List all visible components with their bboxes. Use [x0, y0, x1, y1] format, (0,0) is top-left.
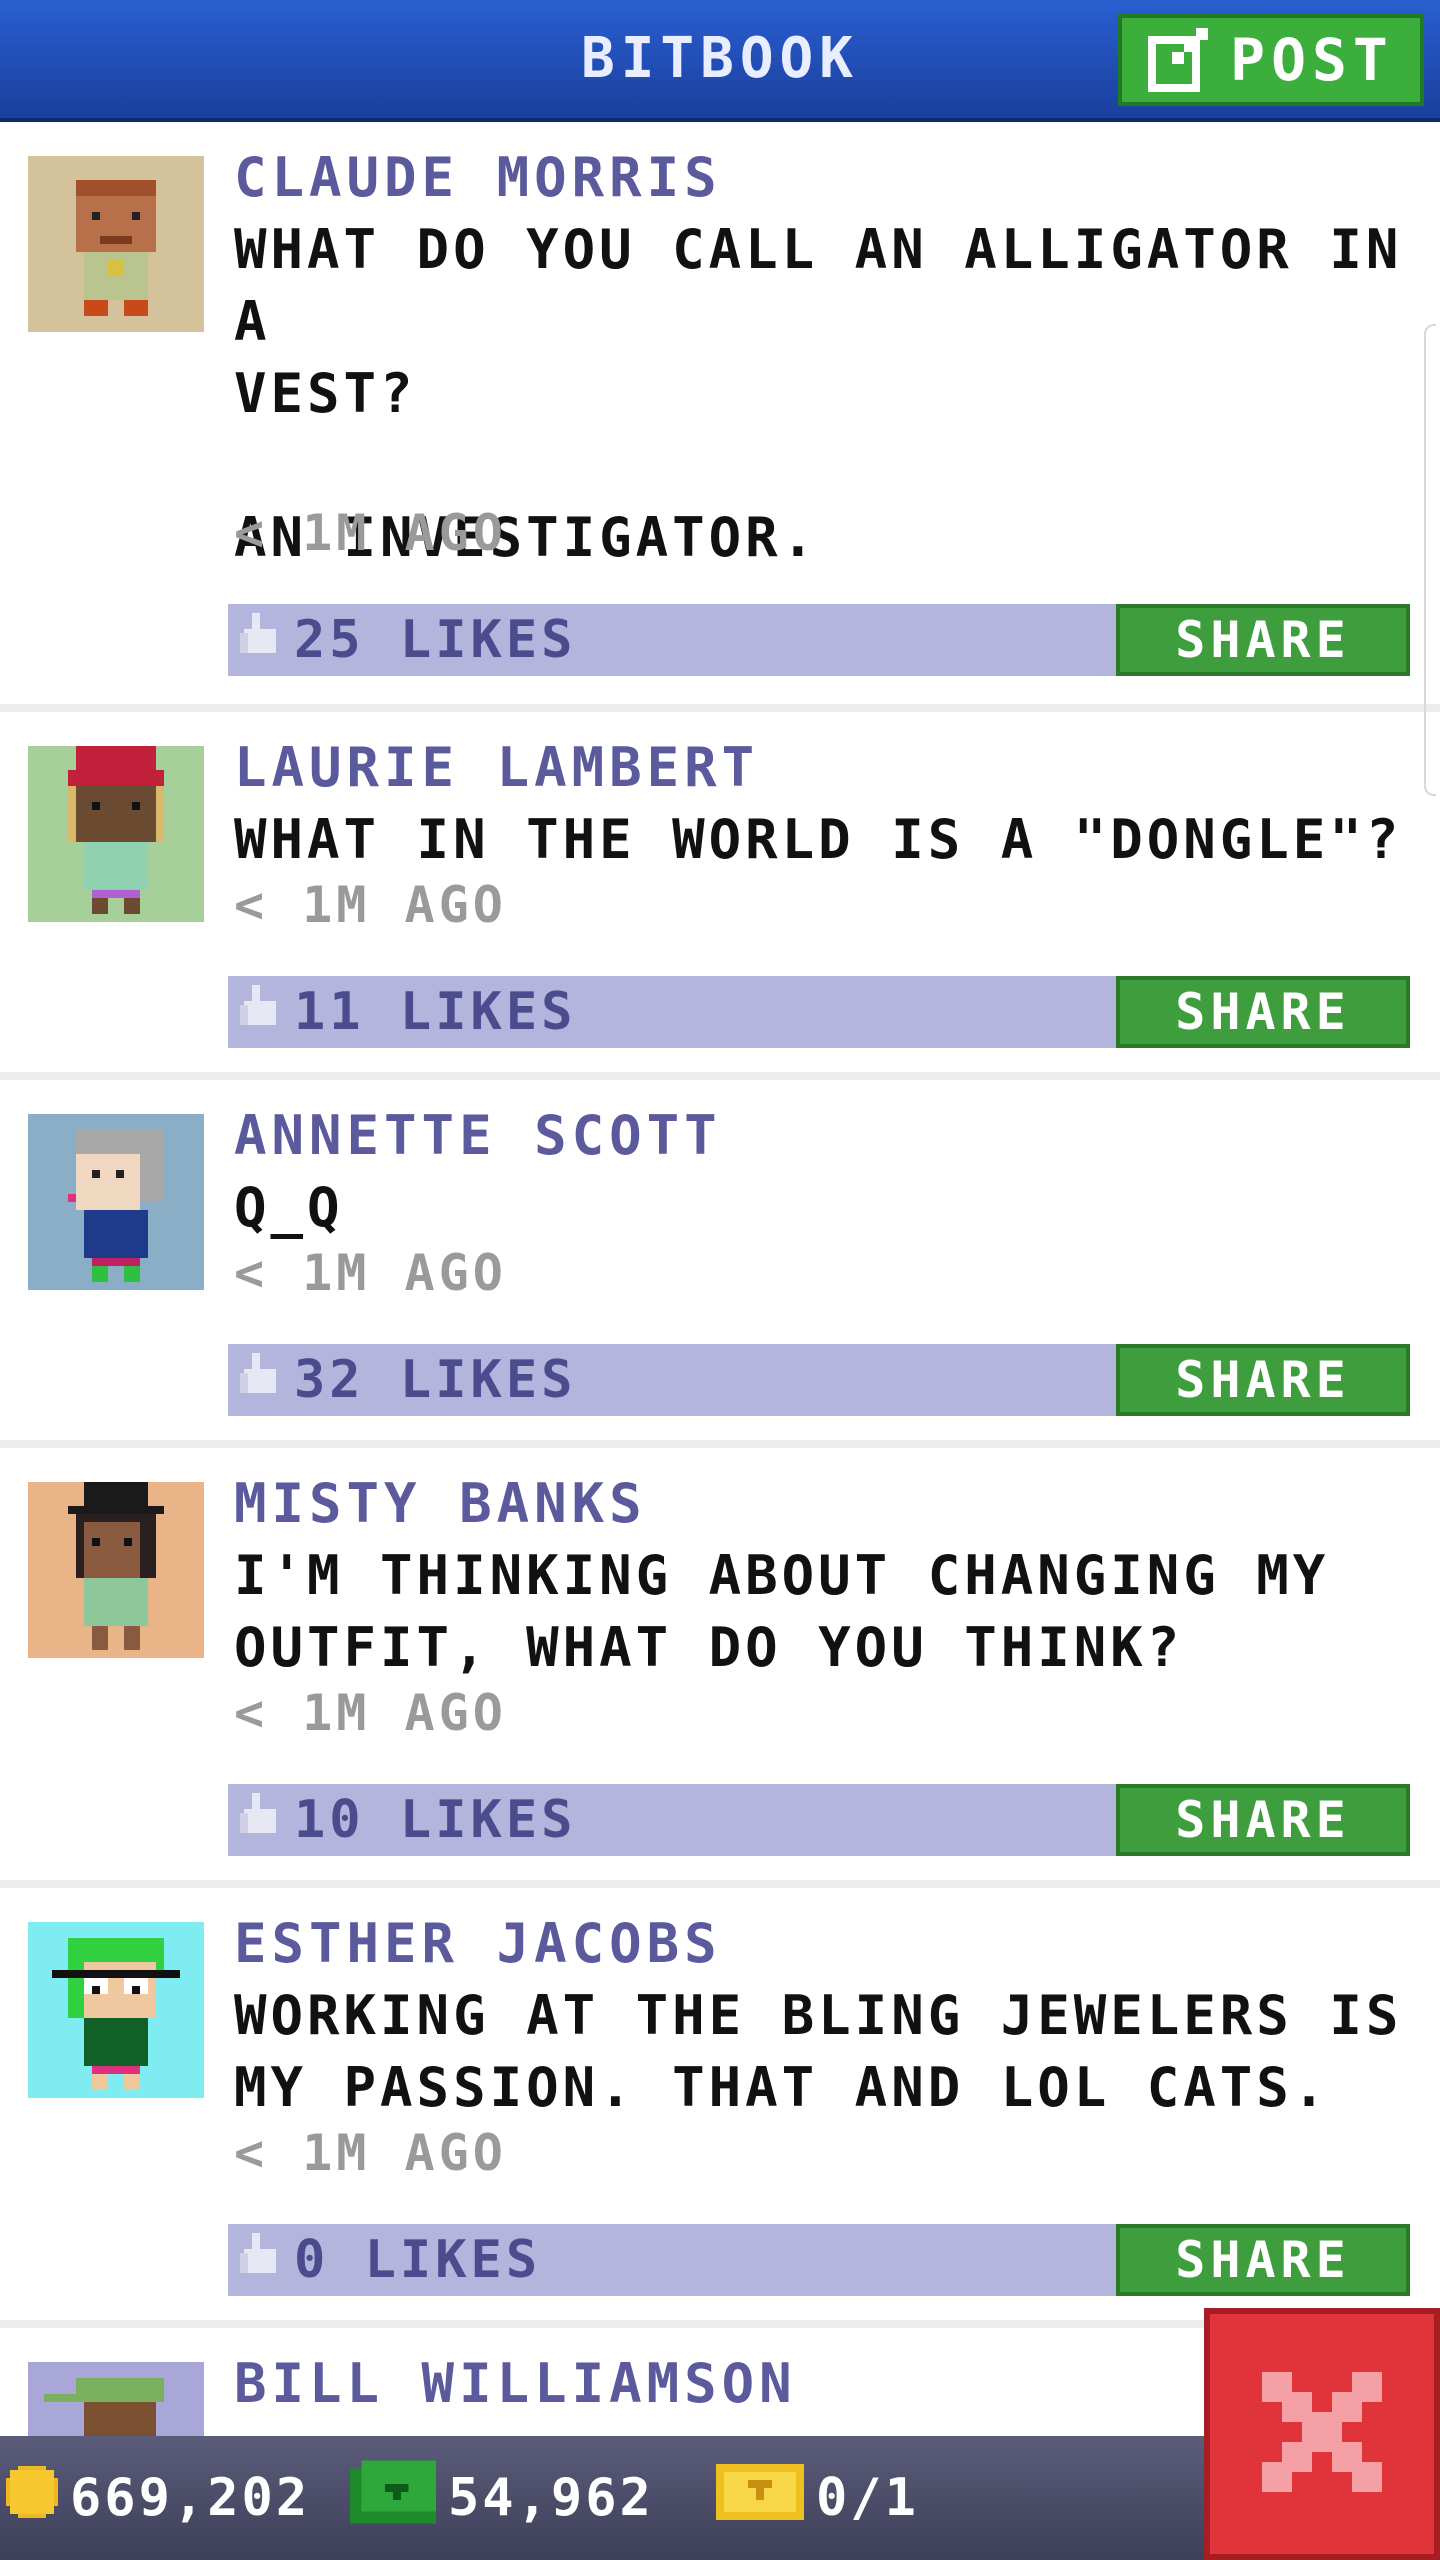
like-button[interactable]: 25 LIKES — [240, 604, 576, 676]
post-card: ANNETTE SCOTT Q_Q < 1M AGO 32 LIKES SHAR… — [0, 1080, 1440, 1448]
post-author[interactable]: CLAUDE MORRIS — [234, 146, 722, 209]
share-button[interactable]: SHARE — [1116, 976, 1410, 1048]
coins-value: 669,202 — [70, 2468, 311, 2528]
tickets-value: 0/1 — [816, 2468, 919, 2528]
post-message: WORKING AT THE BLING JEWELERS IS MY PASS… — [234, 1984, 1403, 2119]
like-button[interactable]: 32 LIKES — [240, 1344, 576, 1416]
post-time: < 1M AGO — [234, 1244, 507, 1302]
like-bar: 10 LIKES SHARE — [228, 1784, 1410, 1856]
edit-icon — [1148, 28, 1212, 92]
ticket-icon — [716, 2463, 804, 2533]
post-card: ESTHER JACOBS WORKING AT THE BLING JEWEL… — [0, 1888, 1440, 2328]
post-author[interactable]: LAURIE LAMBERT — [234, 736, 759, 799]
like-count: 11 LIKES — [294, 982, 577, 1042]
bux-stat: 54,962 — [350, 2436, 654, 2560]
coins-stat: 669,202 — [6, 2436, 310, 2560]
thumbs-up-icon — [240, 1344, 280, 1416]
post-button[interactable]: POST — [1118, 14, 1424, 106]
post-author[interactable]: MISTY BANKS — [234, 1472, 647, 1535]
like-bar: 32 LIKES SHARE — [228, 1344, 1410, 1416]
post-message: Q_Q — [234, 1176, 344, 1239]
share-button[interactable]: SHARE — [1116, 1344, 1410, 1416]
thumbs-up-icon — [240, 604, 280, 676]
post-card: LAURIE LAMBERT WHAT IN THE WORLD IS A "D… — [0, 712, 1440, 1080]
coin-icon — [6, 2465, 58, 2531]
close-button[interactable] — [1204, 2308, 1440, 2560]
bux-value: 54,962 — [448, 2468, 654, 2528]
feed-list: CLAUDE MORRIS WHAT DO YOU CALL AN ALLIGA… — [0, 122, 1440, 2538]
post-message: WHAT IN THE WORLD IS A "DONGLE"? — [234, 808, 1403, 871]
like-button[interactable]: 10 LIKES — [240, 1784, 576, 1856]
like-bar: 25 LIKES SHARE — [228, 604, 1410, 676]
like-count: 0 LIKES — [294, 2230, 542, 2290]
post-time: < 1M AGO — [234, 2124, 507, 2182]
thumbs-up-icon — [240, 2224, 280, 2296]
avatar[interactable] — [28, 156, 204, 332]
share-button[interactable]: SHARE — [1116, 1784, 1410, 1856]
thumbs-up-icon — [240, 976, 280, 1048]
avatar[interactable] — [28, 746, 204, 922]
post-card: MISTY BANKS I'M THINKING ABOUT CHANGING … — [0, 1448, 1440, 1888]
post-time: < 1M AGO — [234, 504, 507, 562]
post-author[interactable]: BILL WILLIAMSON — [234, 2352, 797, 2415]
post-button-label: POST — [1230, 26, 1394, 94]
post-author[interactable]: ANNETTE SCOTT — [234, 1104, 722, 1167]
thumbs-up-icon — [240, 1784, 280, 1856]
like-button[interactable]: 0 LIKES — [240, 2224, 541, 2296]
avatar[interactable] — [28, 1482, 204, 1658]
like-count: 25 LIKES — [294, 610, 577, 670]
like-bar: 0 LIKES SHARE — [228, 2224, 1410, 2296]
share-button[interactable]: SHARE — [1116, 604, 1410, 676]
like-count: 32 LIKES — [294, 1350, 577, 1410]
post-card: CLAUDE MORRIS WHAT DO YOU CALL AN ALLIGA… — [0, 122, 1440, 712]
avatar[interactable] — [28, 1922, 204, 2098]
share-button[interactable]: SHARE — [1116, 2224, 1410, 2296]
like-bar: 11 LIKES SHARE — [228, 976, 1410, 1048]
top-bar: BITBOOK POST — [0, 0, 1440, 122]
bux-icon — [350, 2460, 436, 2537]
post-time: < 1M AGO — [234, 1684, 507, 1742]
scrollbar[interactable] — [1424, 324, 1436, 796]
like-count: 10 LIKES — [294, 1790, 577, 1850]
post-message: I'M THINKING ABOUT CHANGING MY OUTFIT, W… — [234, 1544, 1330, 1679]
post-author[interactable]: ESTHER JACOBS — [234, 1912, 722, 1975]
avatar[interactable] — [28, 1114, 204, 1290]
tickets-stat: 0/1 — [716, 2436, 919, 2560]
like-button[interactable]: 11 LIKES — [240, 976, 576, 1048]
close-icon — [1252, 2362, 1392, 2506]
post-time: < 1M AGO — [234, 876, 507, 934]
